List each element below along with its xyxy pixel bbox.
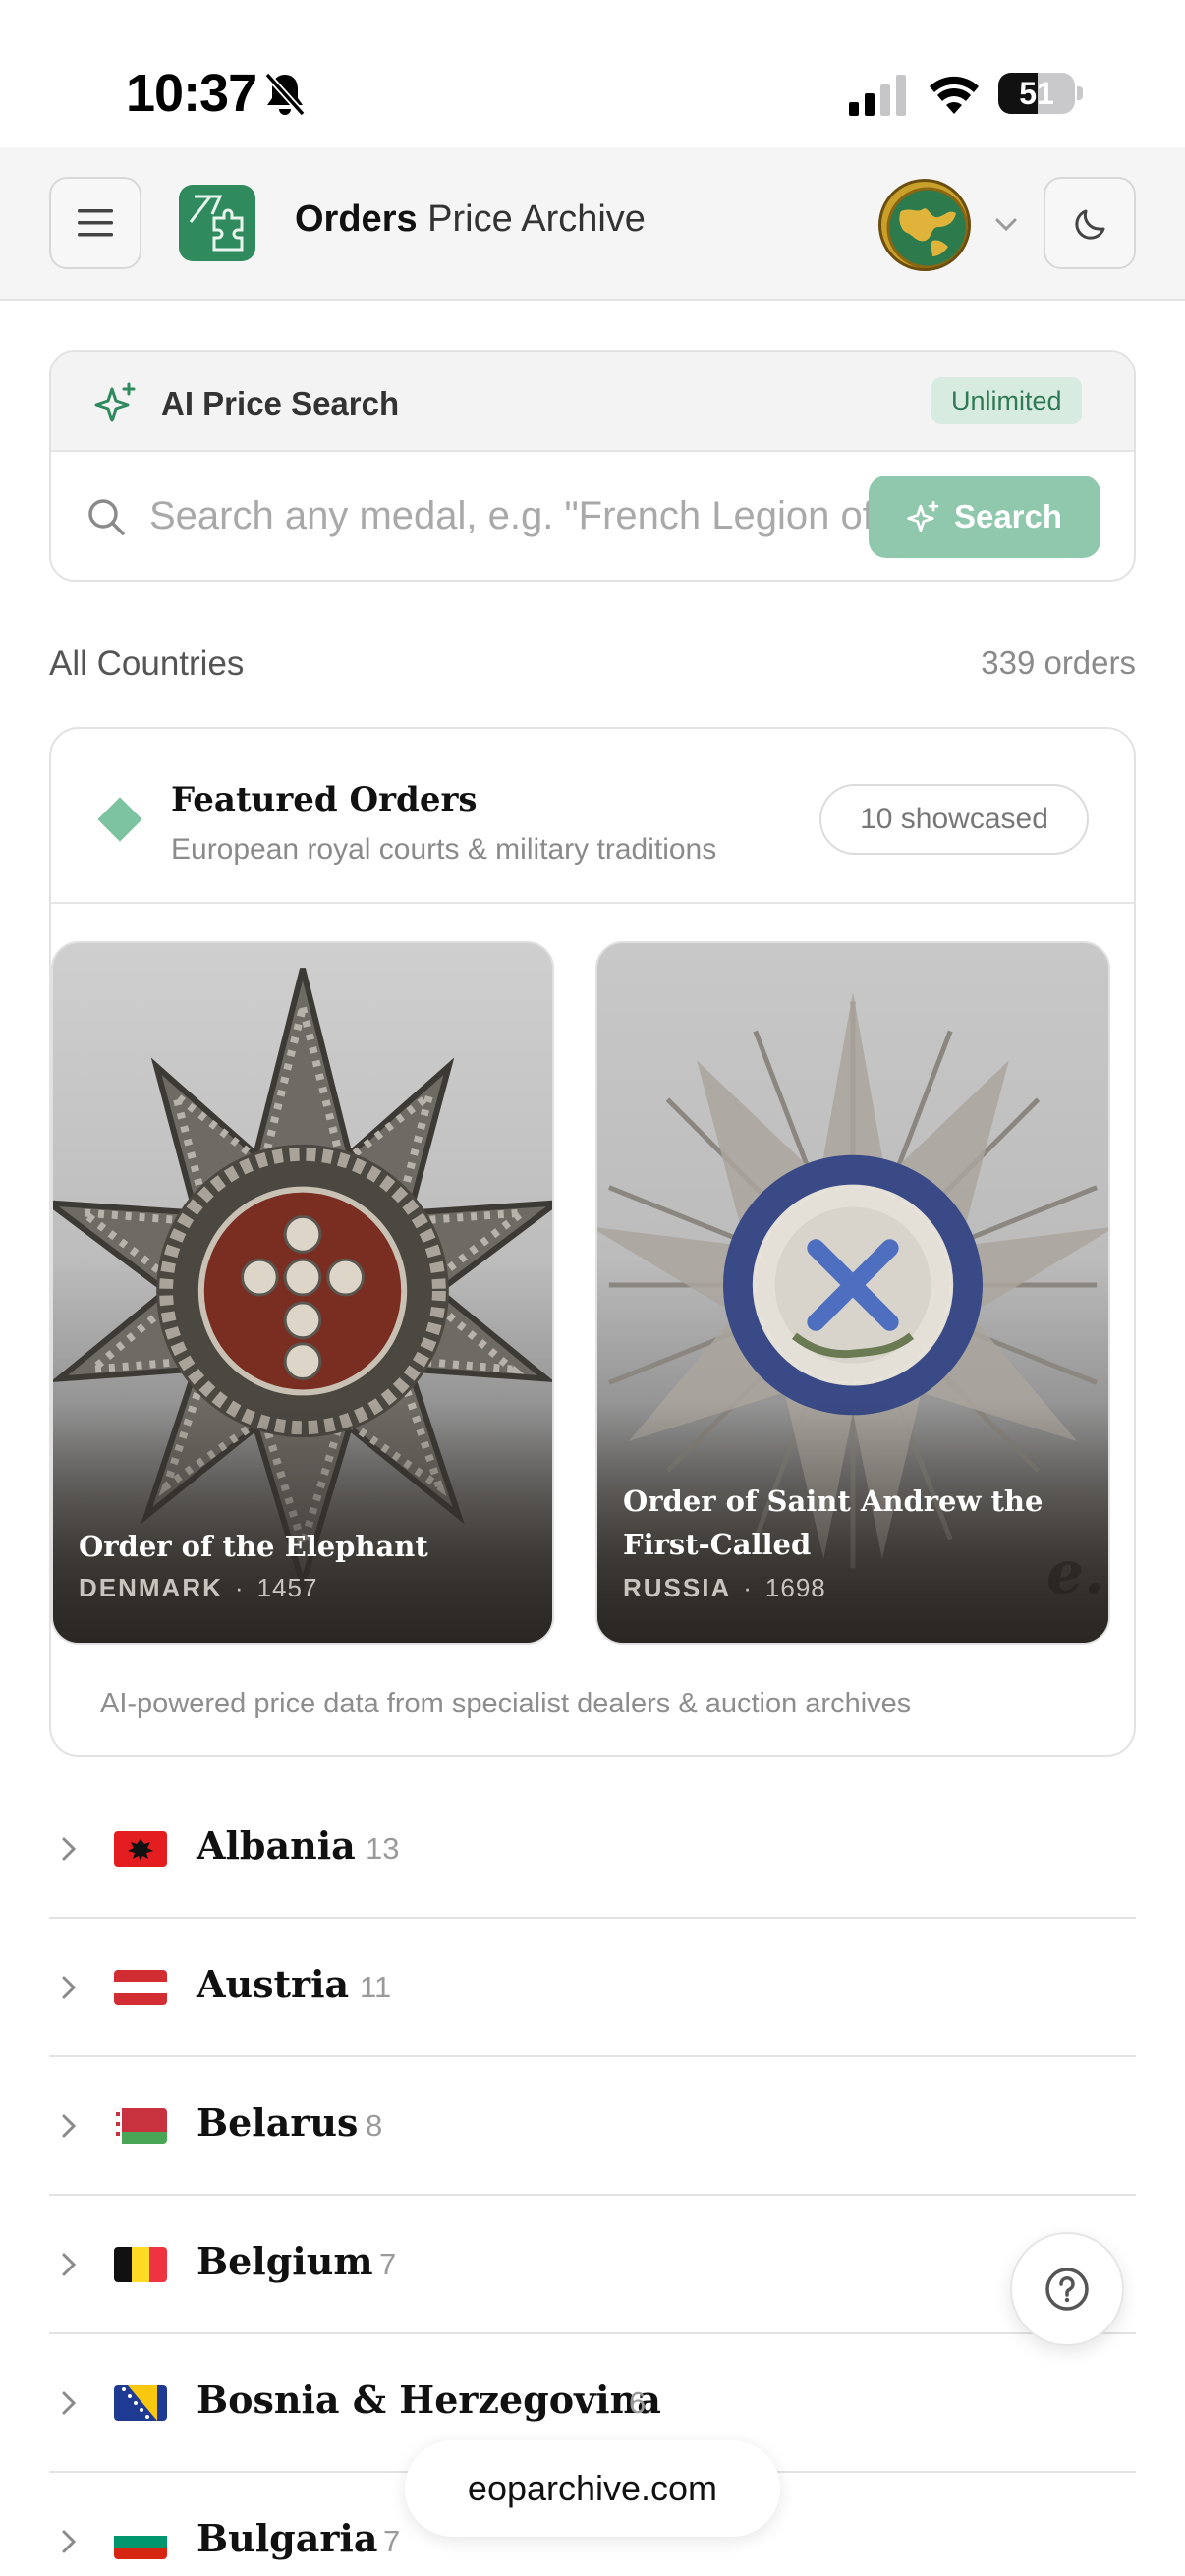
country-count: 7 [379,2247,397,2281]
country-count: 6 [629,2385,647,2420]
battery-icon: 51 [998,73,1083,114]
search-button-label: Search [953,498,1063,534]
sparkle-icon [907,500,939,532]
ai-search-header: AI Price Search Unlimited [51,352,1134,452]
order-meta: DENMARK · 1457 [79,1573,318,1602]
brand-light: Price Archive [417,198,646,240]
app-title: Orders Price Archive [295,198,646,241]
featured-order-card[interactable]: Order of the Elephant DENMARK · 1457 [51,941,554,1645]
help-icon [1045,2268,1089,2311]
austria-flag-icon [114,1970,167,2005]
app-logo[interactable] [179,185,255,261]
chevron-right-icon [62,2114,77,2138]
battery-percent: 51 [1019,76,1054,111]
brand-strong: Orders [295,198,418,240]
chevron-right-icon [62,1976,77,1999]
chevron-right-icon [62,1837,77,1861]
menu-button[interactable] [49,177,141,269]
showcased-badge: 10 showcased [819,784,1089,855]
wifi-icon [930,76,979,114]
country-name: Bulgaria [197,2516,378,2560]
featured-order-card[interactable]: Order of Saint Andrew the First-Called R… [595,941,1110,1645]
chevron-right-icon [62,2253,77,2276]
status-bar: 10:37 51 [0,0,1185,147]
country-count: 8 [366,2108,383,2143]
order-name: Order of Saint Andrew the First-Called [623,1484,1044,1561]
order-year: 1457 [256,1573,318,1602]
featured-header: Featured Orders European royal courts & … [51,729,1134,904]
country-name: Austria [197,1962,350,2006]
globe-avatar-icon [886,187,968,268]
country-row-albania[interactable]: Albania 13 [49,1780,1136,1919]
country-count: 7 [383,2524,401,2558]
country-name: Belgium [197,2239,373,2283]
search-input[interactable] [149,479,896,552]
bulgaria-flag-icon [114,2524,167,2559]
order-country: RUSSIA [623,1573,732,1602]
help-button[interactable] [1010,2232,1124,2346]
chevron-down-icon[interactable] [992,212,1020,236]
country-row-austria[interactable]: Austria 11 [49,1919,1136,2057]
belarus-flag-icon [114,2108,167,2144]
sparkle-icon [94,382,136,422]
menu-icon [78,209,113,237]
order-country: DENMARK [79,1573,223,1602]
order-count: 339 orders [981,644,1136,681]
chevron-right-icon [62,2391,77,2415]
country-name: Bosnia & Herzegovina [197,2378,661,2422]
url-domain-pill[interactable]: eoparchive.com [405,2440,780,2537]
country-count: 11 [360,1970,392,2004]
diamond-icon [97,797,142,842]
country-row-belgium[interactable]: Belgium 7 [49,2196,1136,2334]
bosnia-flag-icon [114,2385,167,2421]
belgium-flag-icon [114,2247,167,2282]
theme-toggle-button[interactable] [1044,177,1136,269]
chevron-right-icon [62,2530,77,2553]
ai-search-title: AI Price Search [161,385,400,421]
puzzle-logo-icon [189,195,244,252]
featured-subtitle: European royal courts & military traditi… [171,833,717,866]
country-count: 13 [366,1831,400,1866]
image-watermark: e. [1045,1539,1104,1607]
app-header: Orders Price Archive [0,147,1185,301]
order-year: 1698 [764,1573,826,1602]
featured-orders-card: Featured Orders European royal courts & … [49,727,1136,1757]
country-row-belarus[interactable]: Belarus 8 [49,2057,1136,2196]
ai-search-card: AI Price Search Unlimited Search [49,350,1136,582]
search-icon [88,499,125,535]
country-name: Albania [197,1823,356,1868]
status-time: 10:37 [126,64,257,123]
order-name: Order of the Elephant [79,1530,428,1563]
albania-flag-icon [114,1831,167,1867]
bell-slash-icon [264,72,306,117]
avatar[interactable] [878,179,971,271]
cellular-signal-icon [849,75,906,116]
country-scope-label: All Countries [49,644,245,683]
moon-icon [1075,209,1105,240]
order-meta: RUSSIA · 1698 [623,1573,826,1602]
country-name: Belarus [197,2100,359,2145]
plan-badge: Unlimited [931,377,1082,424]
featured-footnote: AI-powered price data from specialist de… [100,1688,912,1719]
search-button[interactable]: Search [869,476,1100,558]
featured-title: Featured Orders [171,780,478,819]
